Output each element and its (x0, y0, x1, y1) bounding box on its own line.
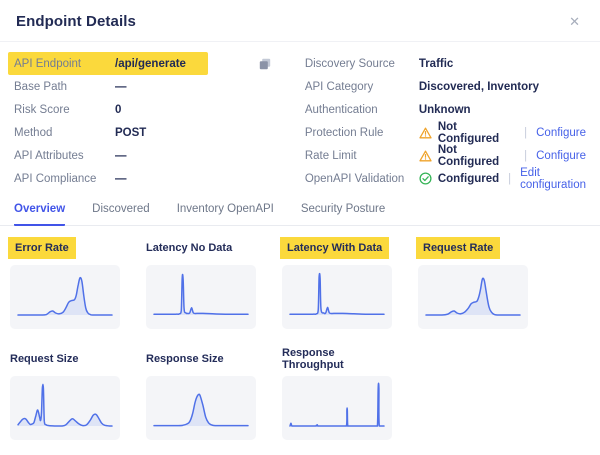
field-label: Risk Score (14, 104, 115, 116)
field-method: Method POST (14, 121, 258, 144)
chart-title: Latency With Data (280, 237, 389, 259)
sparkline-chart (282, 265, 392, 329)
tab-overview[interactable]: Overview (14, 203, 65, 226)
configure-link[interactable]: Configure (536, 150, 586, 162)
field-value: — (115, 173, 127, 185)
field-label: Authentication (305, 104, 419, 116)
chart-request-rate: Request Rate (418, 237, 528, 329)
chart-latency-with-data: Latency With Data (282, 237, 392, 329)
charts-section: Error Rate Latency No Data Latency With … (0, 226, 600, 440)
chart-title: Error Rate (8, 237, 76, 259)
sparkline-chart (146, 376, 256, 440)
status-text: Not Configured (438, 121, 515, 145)
field-label: Method (14, 127, 115, 139)
field-label: OpenAPI Validation (305, 173, 419, 185)
details-section: API Endpoint /api/generate Base Path — R… (0, 42, 600, 190)
field-rate-limit: Rate Limit Not Configured | Configure (258, 144, 586, 167)
field-label: API Endpoint (14, 58, 115, 70)
sparkline-chart (146, 265, 256, 329)
chart-title: Request Size (10, 353, 78, 365)
field-api-endpoint: API Endpoint /api/generate (8, 52, 208, 75)
close-icon[interactable]: ✕ (565, 13, 584, 30)
details-right-column: Discovery Source Traffic API Category Di… (258, 52, 586, 190)
chart-error-rate: Error Rate (10, 237, 120, 329)
chart-latency-no-data: Latency No Data (146, 237, 256, 329)
field-label: Base Path (14, 81, 115, 93)
chart-title: Latency No Data (146, 242, 232, 254)
details-left-column: API Endpoint /api/generate Base Path — R… (14, 52, 258, 190)
status-text: Configured (438, 173, 499, 185)
separator: | (524, 150, 527, 162)
field-label: API Attributes (14, 150, 115, 162)
field-label: API Compliance (14, 173, 115, 185)
chart-request-size: Request Size (10, 348, 120, 440)
field-risk-score: Risk Score 0 (14, 98, 258, 121)
field-label: Protection Rule (305, 127, 419, 139)
page-title: Endpoint Details (16, 13, 136, 30)
warning-icon (419, 150, 432, 162)
chart-response-size: Response Size (146, 348, 256, 440)
field-authentication: Authentication Unknown (258, 98, 586, 121)
field-discovery-source: Discovery Source Traffic (258, 52, 586, 75)
field-value: Discovered, Inventory (419, 81, 539, 93)
field-label: API Category (305, 81, 419, 93)
empty-grid-cell (418, 348, 528, 440)
configure-link[interactable]: Configure (536, 127, 586, 139)
field-api-compliance: API Compliance — (14, 167, 258, 190)
chart-response-throughput: Response Throughput (282, 348, 392, 440)
separator: | (508, 173, 511, 185)
field-value: POST (115, 127, 146, 139)
field-value: Traffic (419, 58, 454, 70)
field-value: — (115, 81, 127, 93)
copy-icon[interactable] (258, 57, 272, 71)
status-text: Not Configured (438, 144, 515, 168)
chart-title: Request Rate (416, 237, 500, 259)
tab-security-posture[interactable]: Security Posture (301, 203, 385, 225)
sparkline-chart (282, 376, 392, 440)
edit-configuration-link[interactable]: Edit configuration (520, 167, 586, 191)
warning-icon (419, 127, 432, 139)
chart-title: Response Throughput (282, 347, 392, 371)
tab-bar: Overview Discovered Inventory OpenAPI Se… (0, 203, 600, 226)
separator: | (524, 127, 527, 139)
check-circle-icon (419, 172, 432, 185)
field-openapi-validation: OpenAPI Validation Configured | Edit con… (258, 167, 586, 190)
field-value: Unknown (419, 104, 471, 116)
field-label: Discovery Source (305, 58, 419, 70)
sparkline-chart (418, 265, 528, 329)
sparkline-chart (10, 376, 120, 440)
tab-discovered[interactable]: Discovered (92, 203, 150, 225)
panel-header: Endpoint Details ✕ (0, 0, 600, 42)
field-value: /api/generate (115, 58, 186, 70)
field-value: — (115, 150, 127, 162)
tab-inventory-openapi[interactable]: Inventory OpenAPI (177, 203, 274, 225)
field-base-path: Base Path — (14, 75, 258, 98)
field-api-category: API Category Discovered, Inventory (258, 75, 586, 98)
field-label: Rate Limit (305, 150, 419, 162)
endpoint-details-panel: Endpoint Details ✕ API Endpoint /api/gen… (0, 0, 600, 455)
field-value: 0 (115, 104, 121, 116)
sparkline-chart (10, 265, 120, 329)
field-api-attributes: API Attributes — (14, 144, 258, 167)
field-protection-rule: Protection Rule Not Configured | Configu… (258, 121, 586, 144)
chart-title: Response Size (146, 353, 224, 365)
